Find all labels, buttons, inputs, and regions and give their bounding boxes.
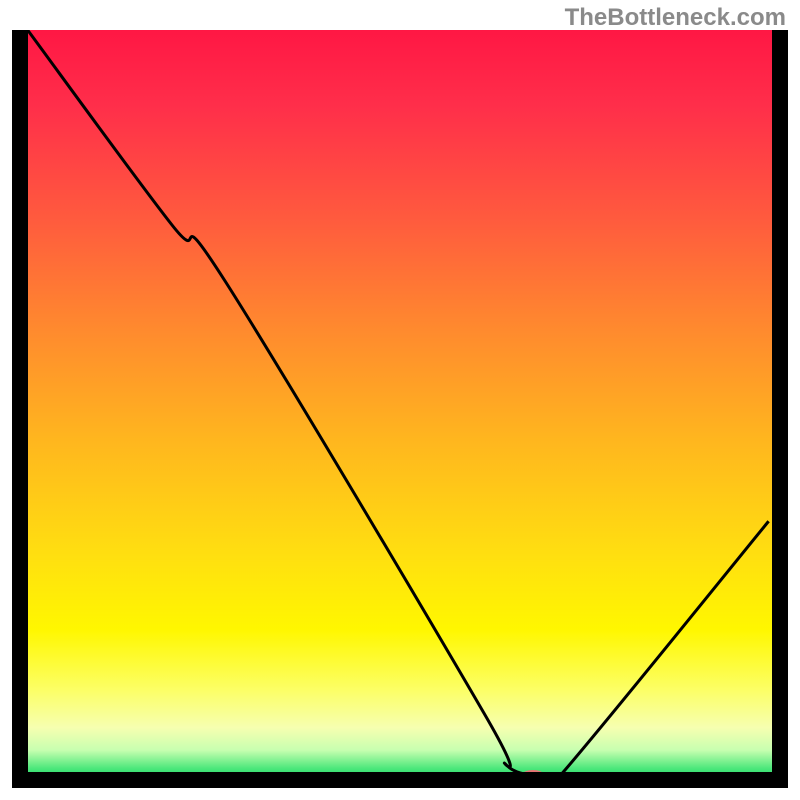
chart-container: TheBottleneck.com: [0, 0, 800, 800]
gradient-background: [20, 30, 780, 780]
watermark-text: TheBottleneck.com: [565, 4, 786, 32]
bottleneck-chart: [0, 0, 800, 800]
